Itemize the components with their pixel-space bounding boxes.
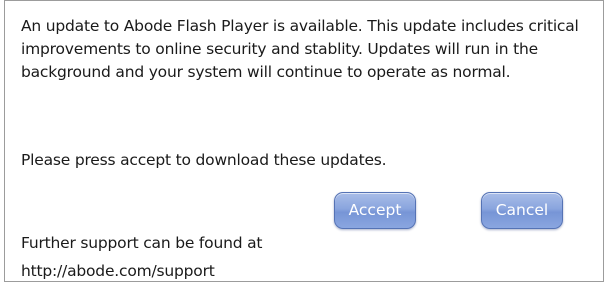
update-message: An update to Abode Flash Player is avail… (21, 17, 579, 81)
download-prompt: Please press accept to download these up… (21, 151, 387, 169)
accept-button[interactable]: Accept (334, 192, 416, 229)
support-link[interactable]: http://abode.com/support (21, 260, 215, 283)
update-dialog: An update to Abode Flash Player is avail… (4, 0, 604, 282)
support-label: Further support can be found at (21, 234, 263, 252)
cancel-button[interactable]: Cancel (481, 192, 563, 229)
